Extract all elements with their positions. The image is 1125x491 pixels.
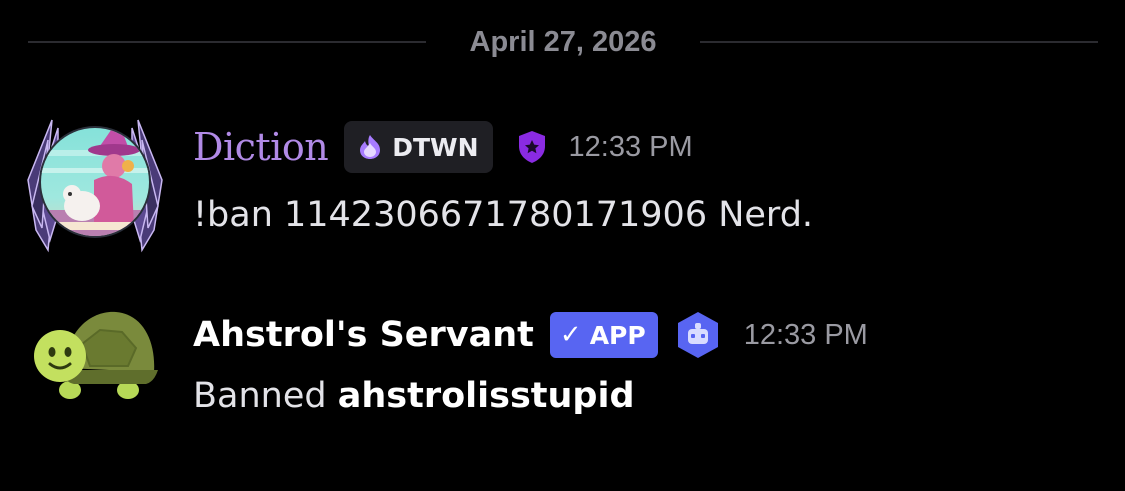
divider-line-right <box>700 41 1098 43</box>
divider-line-left <box>28 41 426 43</box>
app-badge-label: APP <box>589 320 646 350</box>
username[interactable]: Diction <box>193 124 329 170</box>
bot-hexagon-icon[interactable] <box>674 310 722 360</box>
app-badge[interactable]: ✓ APP <box>549 312 658 358</box>
avatar-ahstrols-servant[interactable] <box>30 290 160 410</box>
guild-tag-label: DTWN <box>392 132 479 162</box>
message-header: Diction DTWN 12:33 PM <box>193 121 693 173</box>
username[interactable]: Ahstrol's Servant <box>193 312 534 358</box>
guild-tag[interactable]: DTWN <box>344 121 493 173</box>
turtle-emoji-icon <box>34 311 158 399</box>
message-content: !ban 1142306671780171906 Nerd. <box>193 195 814 235</box>
avatar-diction[interactable] <box>22 110 168 256</box>
message-header: Ahstrol's Servant ✓ APP 12:33 PM <box>193 310 868 360</box>
date-label: April 27, 2026 <box>469 26 657 58</box>
date-divider: April 27, 2026 <box>28 22 1098 62</box>
purple-star-shield-icon[interactable] <box>517 130 547 164</box>
content-prefix: Banned <box>193 376 327 416</box>
purple-flame-icon <box>360 135 381 159</box>
winged-witch-avatar-icon <box>27 119 163 253</box>
timestamp[interactable]: 12:33 PM <box>569 131 693 164</box>
message-content: Banned ahstrolisstupid <box>193 376 635 416</box>
timestamp[interactable]: 12:33 PM <box>744 319 868 352</box>
checkmark-icon: ✓ <box>559 320 582 350</box>
banned-username[interactable]: ahstrolisstupid <box>338 376 635 416</box>
